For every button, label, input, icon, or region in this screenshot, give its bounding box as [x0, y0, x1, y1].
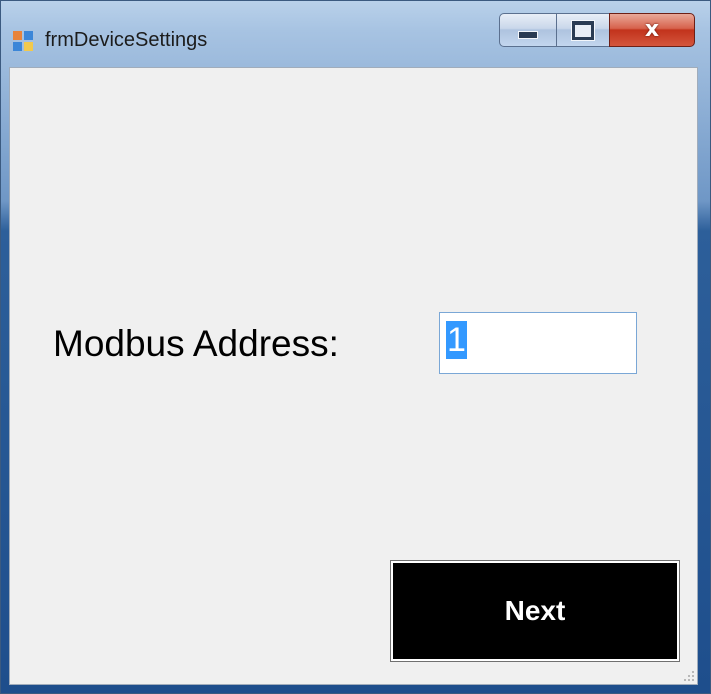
window-title: frmDeviceSettings	[45, 29, 208, 51]
modbus-address-input[interactable]: 1	[439, 312, 637, 374]
device-settings-window: frmDeviceSettings x Modbus Address: 1 Ne…	[0, 0, 711, 694]
maximize-icon	[572, 20, 594, 40]
title-bar[interactable]: frmDeviceSettings x	[1, 1, 710, 67]
form-icon	[13, 31, 33, 51]
close-icon: x	[644, 17, 660, 42]
modbus-address-label: Modbus Address:	[53, 323, 339, 364]
maximize-button[interactable]	[556, 13, 610, 47]
form-client-area: Modbus Address: 1 Next	[9, 67, 698, 685]
caption-buttons: x	[499, 13, 695, 49]
minimize-icon	[518, 31, 538, 39]
close-button[interactable]: x	[609, 13, 695, 47]
minimize-button[interactable]	[499, 13, 557, 47]
modbus-address-value: 1	[446, 321, 467, 359]
next-button[interactable]: Next	[390, 560, 680, 662]
resize-grip-icon[interactable]	[681, 668, 695, 682]
